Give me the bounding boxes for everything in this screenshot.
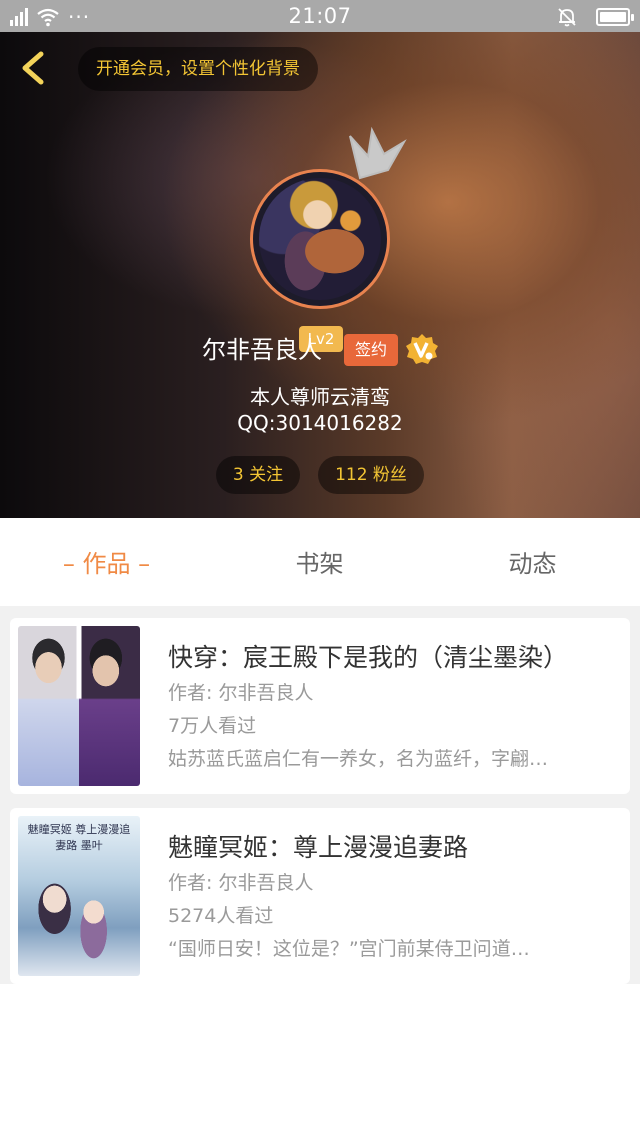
fans-count[interactable]: 112 粉丝 <box>318 456 424 494</box>
book-description: “国师日安！这位是？”宫门前某侍卫问道… <box>168 938 530 960</box>
signed-badge: 签约 <box>344 334 398 366</box>
following-count[interactable]: 3 关注 <box>216 456 300 494</box>
tab-works[interactable]: – 作品 – <box>0 518 213 606</box>
book-author: 作者: 尔非吾良人 <box>168 682 314 704</box>
vip-background-prompt[interactable]: 开通会员，设置个性化背景 <box>78 47 318 91</box>
notification-muted-icon <box>558 8 576 27</box>
profile-tabs: – 作品 – 书架 动态 <box>0 518 640 606</box>
battery-icon <box>596 8 634 26</box>
back-button[interactable] <box>14 48 54 88</box>
user-qq: QQ:3014016282 <box>237 411 403 435</box>
book-cover-text: 魅瞳冥姬 尊上漫漫追妻路 墨叶 <box>27 823 131 852</box>
book-views: 5274人看过 <box>168 905 274 927</box>
book-card[interactable]: 魅瞳冥姬 尊上漫漫追妻路 墨叶 魅瞳冥姬：尊上漫漫追妻路 作者: 尔非吾良人 5… <box>10 808 630 984</box>
user-bio: 本人尊师云清鸾 <box>250 385 390 409</box>
avatar[interactable] <box>250 169 390 309</box>
book-card[interactable]: 快穿：宸王殿下是我的（清尘墨染） 作者: 尔非吾良人 7万人看过 姑苏蓝氏蓝启仁… <box>10 618 630 794</box>
book-description: 姑苏蓝氏蓝启仁有一养女，名为蓝纤，字翩… <box>168 748 549 770</box>
book-author: 作者: 尔非吾良人 <box>168 872 314 894</box>
book-cover: 魅瞳冥姬 尊上漫漫追妻路 墨叶 <box>18 816 140 976</box>
book-views: 7万人看过 <box>168 715 257 737</box>
verified-v-icon <box>406 334 438 364</box>
book-cover <box>18 626 140 786</box>
tab-bookshelf[interactable]: 书架 <box>213 518 426 606</box>
book-title: 快穿：宸王殿下是我的（清尘墨染） <box>168 643 569 672</box>
tab-activity[interactable]: 动态 <box>426 518 639 606</box>
profile-header: 开通会员，设置个性化背景 Lv2 尔非吾良人 签约 本人尊师云清鸾 QQ:301… <box>0 32 640 518</box>
status-time: 21:07 <box>288 4 352 28</box>
book-title: 魅瞳冥姬：尊上漫漫追妻路 <box>168 833 469 862</box>
username: 尔非吾良人 <box>202 336 322 364</box>
status-bar: ··· 21:07 <box>0 0 640 32</box>
